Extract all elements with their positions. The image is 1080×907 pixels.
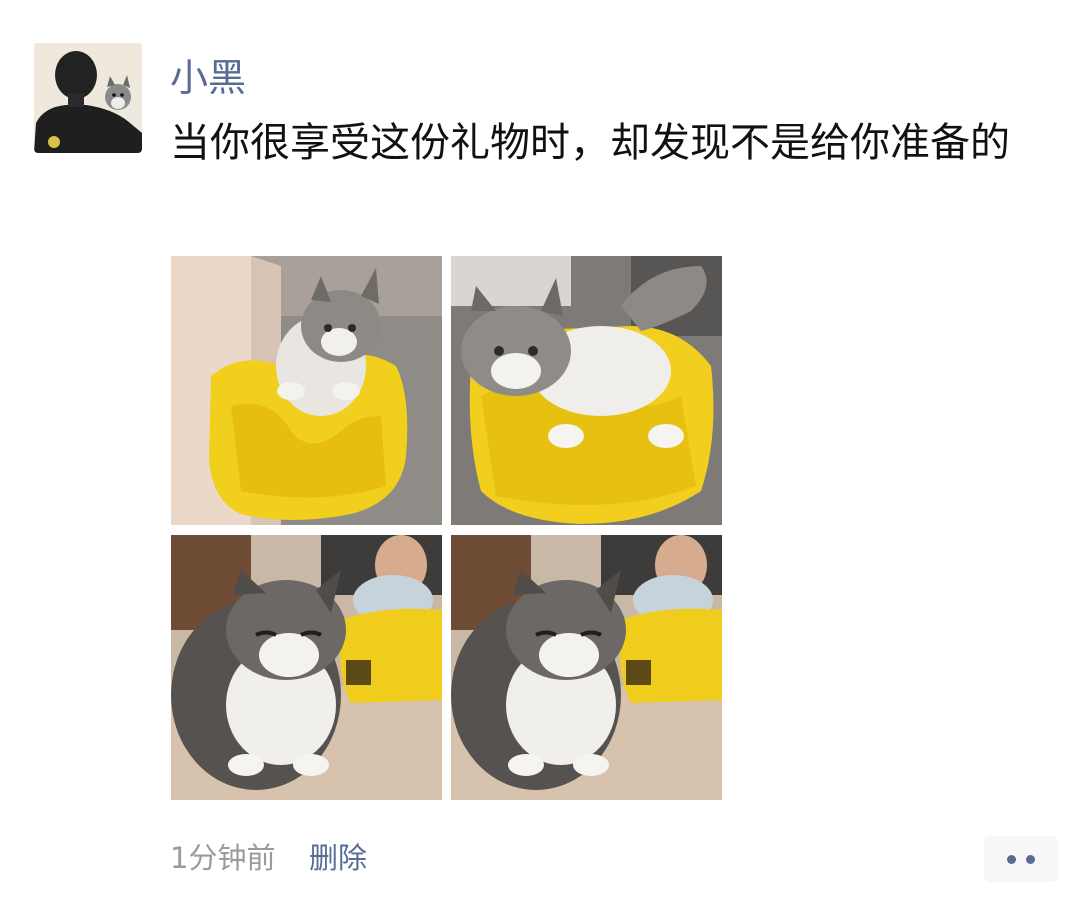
delete-link[interactable]: 删除 bbox=[309, 838, 367, 878]
more-dots-icon bbox=[1007, 854, 1016, 864]
author-name[interactable]: 小黑 bbox=[170, 50, 246, 106]
more-button[interactable] bbox=[984, 836, 1058, 882]
photo-cat-in-seat-2[interactable] bbox=[451, 256, 722, 525]
photo-cat-in-seat-1[interactable] bbox=[171, 256, 442, 525]
more-dots-icon bbox=[1026, 854, 1035, 864]
post-text: 当你很享受这份礼物时，却发现不是给你准备的 bbox=[170, 120, 1010, 166]
photo-grid bbox=[171, 256, 722, 800]
avatar[interactable] bbox=[34, 43, 142, 153]
photo-cat-beside-baby-2[interactable] bbox=[451, 535, 722, 800]
post-time: 1分钟前 bbox=[170, 841, 276, 875]
photo-cat-beside-baby-1[interactable] bbox=[171, 535, 442, 800]
